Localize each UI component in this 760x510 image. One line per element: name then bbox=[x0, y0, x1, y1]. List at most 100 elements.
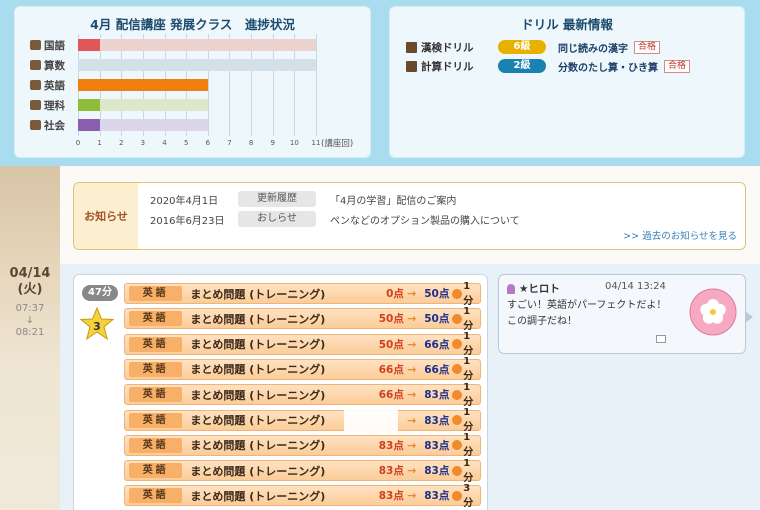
score-before: 83点 bbox=[378, 439, 404, 452]
pass-badge: 合格 bbox=[664, 59, 691, 73]
subject-tag: 英語 bbox=[129, 488, 183, 504]
bar bbox=[78, 119, 100, 131]
arrow-right-icon: → bbox=[407, 438, 417, 452]
pencil-icon bbox=[406, 41, 417, 53]
study-row[interactable]: 英語 まとめ問題 (トレーニング) 66点 → 66点 1分 bbox=[124, 356, 481, 383]
notice-date: 2016年6月23日 bbox=[150, 215, 225, 227]
score-after: 83点 bbox=[424, 414, 450, 427]
zoom-icon[interactable] bbox=[656, 335, 666, 343]
study-row[interactable]: 英語 まとめ問題 (トレーニング) → 83点 1分 bbox=[124, 407, 481, 433]
level-badge: 6級 bbox=[498, 40, 546, 54]
score-before: 50点 bbox=[378, 313, 404, 326]
message-time: 04/14 13:24 bbox=[605, 281, 666, 292]
level-badge: 2級 bbox=[498, 59, 546, 73]
notice-text[interactable]: 「4月の学習」配信のご案内 bbox=[330, 192, 456, 207]
clock-icon bbox=[452, 490, 463, 501]
tick-label: 2 bbox=[119, 139, 124, 147]
subject-name: 英語 bbox=[44, 79, 65, 92]
subject-label: 英語 bbox=[30, 78, 65, 92]
study-time: 1分 bbox=[463, 331, 474, 358]
study-time: 1分 bbox=[463, 356, 474, 383]
message-line: この調子だね！ bbox=[507, 316, 577, 327]
score-after: 83点 bbox=[424, 389, 450, 402]
drill-row-kanken[interactable]: 漢検ドリル 6級 同じ読みの漢字 合格 bbox=[406, 39, 661, 55]
subject-icon bbox=[30, 120, 41, 130]
subject-label: 社会 bbox=[30, 118, 65, 132]
subject-tag: 英語 bbox=[129, 286, 183, 301]
arrow-right-icon: → bbox=[407, 287, 417, 300]
score-after: 66点 bbox=[424, 338, 450, 351]
notice-date: 2020年4月1日 bbox=[150, 195, 219, 207]
notice-box: お知らせ 2020年4月1日 更新履歴 「4月の学習」配信のご案内 2016年6… bbox=[73, 182, 746, 250]
pass-badge: 合格 bbox=[634, 40, 661, 54]
praise-badge-icon bbox=[689, 288, 737, 336]
lesson-title: まとめ問題 (トレーニング) bbox=[190, 388, 326, 402]
study-time: 1分 bbox=[463, 381, 474, 408]
minutes-badge: 47分 bbox=[82, 285, 118, 301]
study-row[interactable]: 英語 まとめ問題 (トレーニング) 83点 → 83点 3分 bbox=[124, 482, 481, 509]
bar-track bbox=[78, 79, 208, 91]
subject-tag: 英語 bbox=[129, 311, 183, 327]
lesson-title: まとめ問題 (トレーニング) bbox=[190, 338, 326, 352]
notice-item[interactable]: 2020年4月1日 更新履歴 「4月の学習」配信のご案内 bbox=[150, 191, 456, 207]
past-notices-link[interactable]: >> 過去のお知らせを見る bbox=[623, 228, 737, 242]
drill-name: 漢検ドリル bbox=[421, 41, 474, 54]
tick-label: 5 bbox=[183, 139, 189, 147]
score-after: 50点 bbox=[424, 313, 450, 326]
subject-tag: 英語 bbox=[129, 412, 183, 428]
person-icon bbox=[507, 283, 515, 294]
lesson-title: まとめ問題 (トレーニング) bbox=[190, 489, 326, 503]
tick-label: 4 bbox=[162, 139, 167, 147]
tick-label: 7 bbox=[227, 139, 232, 147]
notice-label: お知らせ bbox=[74, 183, 138, 249]
tick-label: 1 bbox=[97, 139, 102, 147]
clock-icon bbox=[452, 415, 463, 425]
start-time: 07:37 bbox=[15, 303, 45, 314]
bar-track bbox=[78, 59, 316, 71]
arrow-right-icon: → bbox=[407, 312, 417, 326]
clock-icon bbox=[452, 364, 463, 375]
tick-label: 11 bbox=[311, 139, 321, 147]
score-after: 83点 bbox=[424, 490, 450, 503]
day-label: 04/14 (火) 07:37 ↓ 08:21 bbox=[0, 266, 60, 339]
clock-icon bbox=[452, 313, 463, 324]
tick-label: 8 bbox=[248, 139, 254, 147]
day-date: 04/14 bbox=[9, 266, 51, 281]
bar bbox=[78, 99, 100, 111]
drill-row-keisan[interactable]: 計算ドリル 2級 分数のたし算・ひき算 合格 bbox=[406, 58, 691, 74]
subject-name: 国語 bbox=[44, 39, 65, 52]
notice-text[interactable]: ペンなどのオプション製品の購入について bbox=[330, 212, 520, 227]
study-row[interactable]: 英語 まとめ問題 (トレーニング) 83点 → 83点 1分 bbox=[124, 457, 481, 484]
subject-tag: 英語 bbox=[129, 437, 183, 453]
study-row[interactable]: 英語 まとめ問題 (トレーニング) 50点 → 66点 1分 bbox=[124, 331, 481, 358]
study-row[interactable]: 英語 まとめ問題 (トレーニング) 0点 → 50点 1分 bbox=[124, 281, 481, 307]
subject-icon bbox=[30, 60, 41, 70]
study-time: 1分 bbox=[463, 432, 474, 459]
notice-tag: 更新履歴 bbox=[238, 191, 316, 207]
study-row[interactable]: 英語 まとめ問題 (トレーニング) 83点 → 83点 1分 bbox=[124, 432, 481, 459]
redaction-mask bbox=[344, 410, 398, 434]
star-count: 3 bbox=[93, 320, 101, 333]
subject-label: 算数 bbox=[30, 58, 65, 72]
study-time: 1分 bbox=[463, 305, 474, 332]
lesson-title: まとめ問題 (トレーニング) bbox=[190, 414, 326, 427]
study-row[interactable]: 英語 まとめ問題 (トレーニング) 50点 → 50点 1分 bbox=[124, 305, 481, 332]
clock-icon bbox=[452, 440, 463, 451]
subject-name: 社会 bbox=[44, 119, 65, 132]
study-time: 1分 bbox=[463, 457, 474, 484]
drill-unit: 分数のたし算・ひき算 bbox=[558, 62, 658, 74]
notice-item[interactable]: 2016年6月23日 おしらせ ペンなどのオプション製品の購入について bbox=[150, 211, 520, 227]
score-before: 0点 bbox=[386, 288, 404, 300]
drill-unit: 同じ読みの漢字 bbox=[558, 43, 628, 55]
lesson-title: まとめ問題 (トレーニング) bbox=[190, 439, 326, 453]
star-icon: 3 bbox=[80, 307, 114, 341]
score-before: 83点 bbox=[378, 490, 404, 503]
study-time: 3分 bbox=[463, 482, 474, 509]
calculator-icon bbox=[406, 60, 417, 72]
study-row[interactable]: 英語 まとめ問題 (トレーニング) 66点 → 83点 1分 bbox=[124, 381, 481, 408]
score-after: 50点 bbox=[424, 288, 450, 300]
subject-icon bbox=[30, 40, 41, 50]
sender-name: ★ヒロト bbox=[519, 283, 560, 295]
lesson-title: まとめ問題 (トレーニング) bbox=[190, 363, 326, 377]
subject-tag: 英語 bbox=[129, 336, 183, 352]
